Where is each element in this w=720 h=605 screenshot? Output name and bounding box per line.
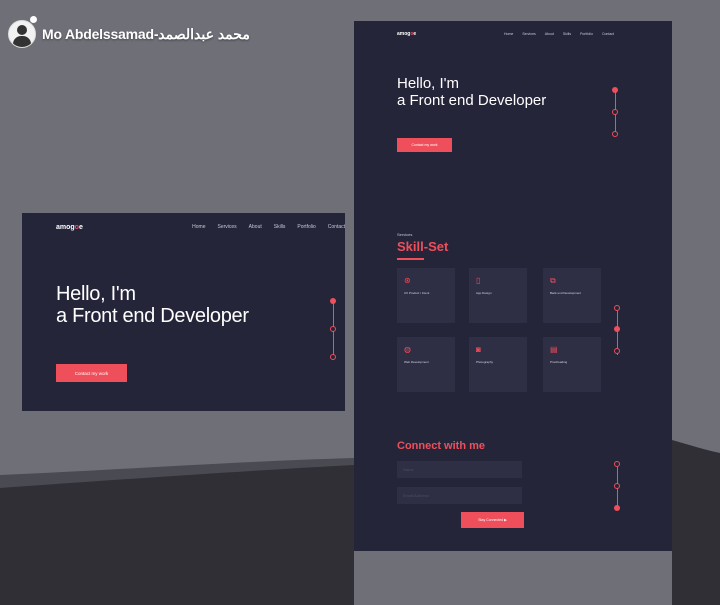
contact-button[interactable]: Contact my work bbox=[397, 138, 452, 152]
skill-card[interactable]: ▯ App Design bbox=[469, 268, 527, 323]
skills-title: Skill-Set bbox=[397, 239, 449, 254]
scroll-dot-active[interactable] bbox=[612, 87, 618, 93]
nav-contact[interactable]: Contact bbox=[602, 32, 614, 36]
camera-icon: ◙ bbox=[476, 345, 481, 354]
nav-portfolio[interactable]: Portfolio bbox=[297, 224, 315, 230]
scroll-dot[interactable] bbox=[330, 326, 336, 332]
github-icon: ⊛ bbox=[404, 276, 411, 285]
scroll-dot[interactable] bbox=[612, 109, 618, 115]
nav-home[interactable]: Home bbox=[504, 32, 513, 36]
nav-skills[interactable]: Skills bbox=[274, 224, 286, 230]
nav-about[interactable]: About bbox=[545, 32, 554, 36]
nav-about[interactable]: About bbox=[249, 224, 262, 230]
stay-connected-button[interactable]: Stay Connected ▶ bbox=[461, 512, 524, 528]
skill-title: UX Product / Intent bbox=[404, 291, 430, 295]
scroll-dot[interactable] bbox=[614, 305, 620, 311]
hero-heading: Hello, I'm a Front end Developer bbox=[56, 283, 249, 327]
post-author[interactable]: Mo Abdelssamad-محمد عبدالصمد bbox=[8, 20, 250, 48]
scroll-dot[interactable] bbox=[330, 354, 336, 360]
site-nav: Home Services About Skills Portfolio Con… bbox=[192, 224, 345, 230]
scroll-dot-active[interactable] bbox=[614, 505, 620, 511]
online-status-dot bbox=[30, 16, 37, 23]
site-logo[interactable]: amogoe bbox=[397, 31, 416, 37]
scroll-dot-active[interactable] bbox=[330, 298, 336, 304]
globe-icon: ◍ bbox=[404, 345, 411, 354]
contact-button[interactable]: Contact my work bbox=[56, 364, 127, 382]
fullpage-mockup: amogoe Home Services About Skills Portfo… bbox=[354, 21, 672, 551]
name-field[interactable]: Name bbox=[397, 461, 522, 478]
skill-title: App Design bbox=[476, 291, 492, 295]
nav-home[interactable]: Home bbox=[192, 224, 205, 230]
nav-skills[interactable]: Skills bbox=[563, 32, 571, 36]
mobile-icon: ▯ bbox=[476, 276, 481, 285]
site-logo[interactable]: amogoe bbox=[56, 224, 83, 231]
scroll-dot-active[interactable] bbox=[614, 326, 620, 332]
author-name[interactable]: Mo Abdelssamad-محمد عبدالصمد bbox=[42, 26, 250, 43]
skill-title: Photography bbox=[476, 360, 494, 364]
skill-title: Proofreading bbox=[550, 360, 568, 364]
docs-icon: ▤ bbox=[550, 345, 558, 354]
layers-icon: ⧉ bbox=[550, 276, 556, 285]
site-nav: Home Services About Skills Portfolio Con… bbox=[504, 32, 614, 36]
nav-portfolio[interactable]: Portfolio bbox=[580, 32, 593, 36]
email-field[interactable]: Email/Address bbox=[397, 487, 522, 504]
skill-card[interactable]: ◍ Web Development bbox=[397, 337, 455, 392]
connect-title: Connect with me bbox=[397, 440, 486, 452]
nav-services[interactable]: Services bbox=[522, 32, 535, 36]
nav-services[interactable]: Services bbox=[217, 224, 236, 230]
scroll-dot[interactable] bbox=[612, 131, 618, 137]
author-avatar[interactable] bbox=[8, 20, 36, 48]
scroll-dot[interactable] bbox=[614, 461, 620, 467]
skill-title: Back end Development bbox=[550, 291, 582, 295]
skill-card[interactable]: ◙ Photography bbox=[469, 337, 527, 392]
scroll-dot[interactable] bbox=[614, 483, 620, 489]
hero-heading: Hello, I'm a Front end Developer bbox=[397, 75, 547, 109]
skill-card[interactable]: ⊛ UX Product / Intent bbox=[397, 268, 455, 323]
services-label: Services bbox=[397, 232, 413, 237]
skill-card[interactable]: ▤ Proofreading bbox=[543, 337, 601, 392]
nav-contact[interactable]: Contact bbox=[328, 224, 345, 230]
desktop-mockup: amogoe Home Services About Skills Portfo… bbox=[22, 213, 345, 411]
title-underline bbox=[397, 258, 424, 260]
skill-card[interactable]: ⧉ Back end Development bbox=[543, 268, 601, 323]
scroll-dot[interactable] bbox=[614, 348, 620, 354]
skill-title: Web Development bbox=[404, 360, 429, 364]
